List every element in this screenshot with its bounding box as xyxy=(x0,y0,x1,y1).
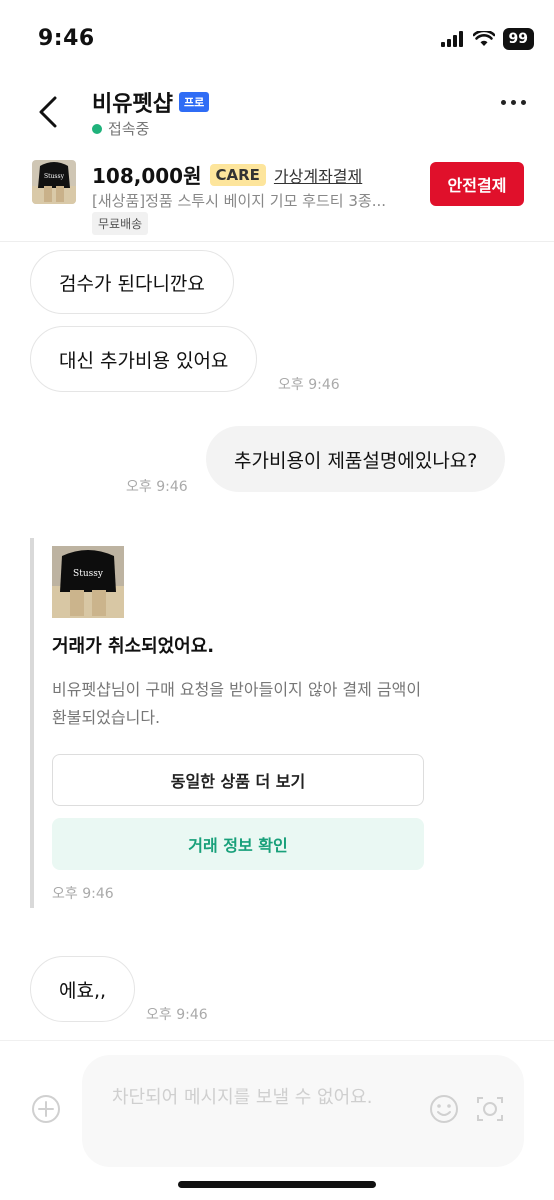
battery-indicator: 99 xyxy=(502,28,534,50)
presence-status: 접속중 xyxy=(92,118,149,139)
message-bubble-received[interactable]: 대신 추가비용 있어요 xyxy=(30,326,258,392)
message-time: 오후 9:46 xyxy=(278,377,340,393)
more-options-button[interactable] xyxy=(501,100,526,105)
shipping-tag: 무료배송 xyxy=(92,212,149,235)
camera-button[interactable] xyxy=(474,1093,506,1125)
message-time: 오후 9:46 xyxy=(126,479,188,495)
product-thumbnail[interactable]: Stussy xyxy=(32,160,76,204)
product-title: [새상품]정품 스투시 베이지 기모 후드티 3종... xyxy=(92,192,386,210)
smile-icon xyxy=(430,1095,458,1123)
product-price: 108,000원 xyxy=(92,164,202,188)
product-price-row: 108,000원 CARE 가상계좌결제 xyxy=(92,160,362,189)
message-bubble-sent[interactable]: 추가비용이 제품설명에있나요? xyxy=(206,426,506,492)
message-bubble-received[interactable]: 에효,, xyxy=(30,956,136,1022)
safe-pay-button[interactable]: 안전결제 xyxy=(430,162,524,206)
shop-name[interactable]: 비유펫샵 xyxy=(92,86,173,118)
add-attachment-button[interactable] xyxy=(30,1093,62,1125)
camera-icon xyxy=(477,1097,503,1121)
shop-name-row: 비유펫샵 프로 xyxy=(92,86,210,118)
care-badge: CARE xyxy=(209,163,266,186)
view-similar-button[interactable]: 동일한 상품 더 보기 xyxy=(52,754,424,806)
back-button[interactable] xyxy=(28,92,68,132)
pro-badge: 프로 xyxy=(178,92,210,112)
message-time: 오후 9:46 xyxy=(52,886,114,902)
input-placeholder: 차단되어 메시지를 보낼 수 없어요. xyxy=(112,1087,373,1108)
status-bar: 9:46 99 xyxy=(0,0,554,80)
transaction-cancel-card: Stussy 거래가 취소되었어요. 비유펫샵님이 구매 요청을 받아들이지 않… xyxy=(30,538,430,908)
plus-circle-icon xyxy=(32,1095,60,1123)
cancel-title: 거래가 취소되었어요. xyxy=(52,636,215,657)
presence-label: 접속중 xyxy=(108,120,150,138)
transaction-info-button[interactable]: 거래 정보 확인 xyxy=(52,818,424,870)
signal-icon xyxy=(440,31,463,47)
wifi-icon xyxy=(472,31,495,46)
chat-header: 비유펫샵 프로 접속중 xyxy=(0,80,554,142)
message-input-bar: 차단되어 메시지를 보낼 수 없어요. xyxy=(0,1040,554,1200)
cancel-description: 비유펫샵님이 구매 요청을 받아들이지 않아 결제 금액이 환불되었습니다. xyxy=(52,680,422,727)
online-dot-icon xyxy=(92,123,102,134)
payment-method-link[interactable]: 가상계좌결제 xyxy=(274,163,362,187)
home-indicator xyxy=(178,1181,376,1188)
svg-text:Stussy: Stussy xyxy=(44,173,65,180)
message-input[interactable]: 차단되어 메시지를 보낼 수 없어요. xyxy=(82,1055,524,1167)
more-dots-icon xyxy=(501,100,506,105)
status-time: 9:46 xyxy=(38,26,95,51)
emoji-button[interactable] xyxy=(428,1093,460,1125)
message-time: 오후 9:46 xyxy=(146,1007,208,1023)
svg-text:Stussy: Stussy xyxy=(73,569,104,579)
status-icons: 99 xyxy=(440,28,534,50)
chevron-left-icon xyxy=(39,96,57,128)
product-bar[interactable]: Stussy 108,000원 CARE 가상계좌결제 [새상품]정품 스투시 … xyxy=(0,150,554,242)
product-image[interactable]: Stussy xyxy=(52,546,124,618)
message-bubble-received[interactable]: 검수가 된다니깐요 xyxy=(30,250,234,314)
